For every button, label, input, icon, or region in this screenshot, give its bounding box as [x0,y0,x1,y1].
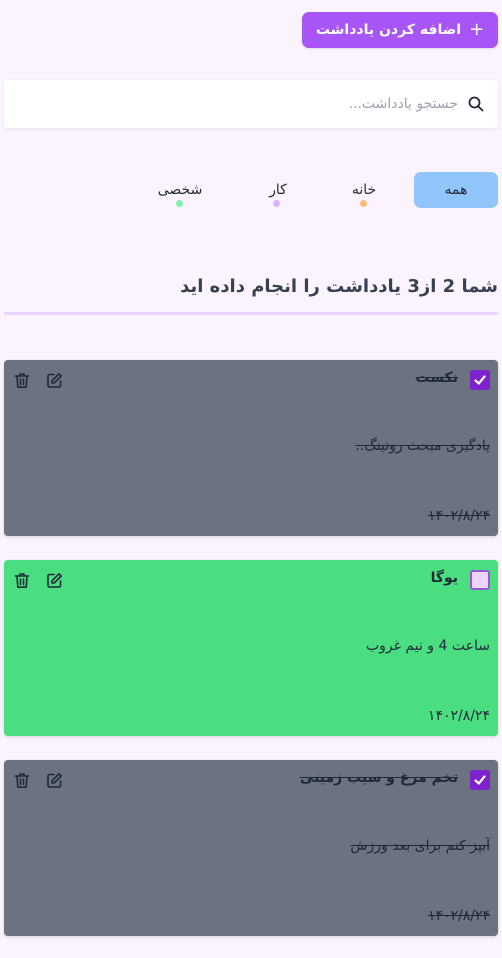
filter-label: شخصی [157,182,203,198]
trash-icon [14,572,30,588]
note-date: ۱۴۰۲/۸/۲۴ [427,908,490,924]
delete-button[interactable] [12,770,32,790]
edit-button[interactable] [44,770,64,790]
filter-label: خانه [351,182,377,198]
note-title: نکست [415,370,458,386]
note-body: یادگیری مبحث روتینگ.. [355,438,490,454]
note-card: یوگا ساعت 4 و نیم غروب ۱۴۰۲/۸/۲۴ [4,560,498,736]
search-bar [4,80,498,128]
note-date: ۱۴۰۲/۸/۲۴ [427,708,490,724]
search-input[interactable] [56,95,460,113]
edit-button[interactable] [44,370,64,390]
home-color-dot [360,200,367,207]
note-title: یوگا [430,570,458,586]
work-color-dot [273,200,280,207]
divider [4,312,498,315]
personal-color-dot [176,200,183,207]
note-body: آبپز کنم برای بعد ورزش [350,838,490,854]
plus-icon: + [469,19,485,40]
filter-label: همه [444,182,468,198]
note-checkbox[interactable] [470,570,490,590]
edit-button[interactable] [44,570,64,590]
search-icon [468,96,484,112]
note-checkbox[interactable] [470,370,490,390]
check-icon [474,775,486,785]
completion-summary: شما 2 از3 یادداشت را انجام داده اید [180,276,498,297]
note-checkbox[interactable] [470,770,490,790]
add-note-button[interactable]: + اضافه کردن یادداشت [302,12,498,48]
delete-button[interactable] [12,570,32,590]
edit-icon [46,772,62,788]
trash-icon [14,372,30,388]
note-card: تخم مرغ و سیب زمینی آبپز کنم برای بعد ور… [4,760,498,936]
note-card: نکست یادگیری مبحث روتینگ.. ۱۴۰۲/۸/۲۴ [4,360,498,536]
edit-icon [46,372,62,388]
filter-all[interactable]: همه [414,172,498,208]
edit-icon [46,572,62,588]
filter-label: کار [269,182,287,198]
check-icon [474,375,486,385]
note-body: ساعت 4 و نیم غروب [365,638,490,654]
note-date: ۱۴۰۲/۸/۲۴ [427,508,490,524]
delete-button[interactable] [12,370,32,390]
add-note-label: اضافه کردن یادداشت [315,22,462,38]
note-title: تخم مرغ و سیب زمینی [299,770,458,786]
trash-icon [14,772,30,788]
